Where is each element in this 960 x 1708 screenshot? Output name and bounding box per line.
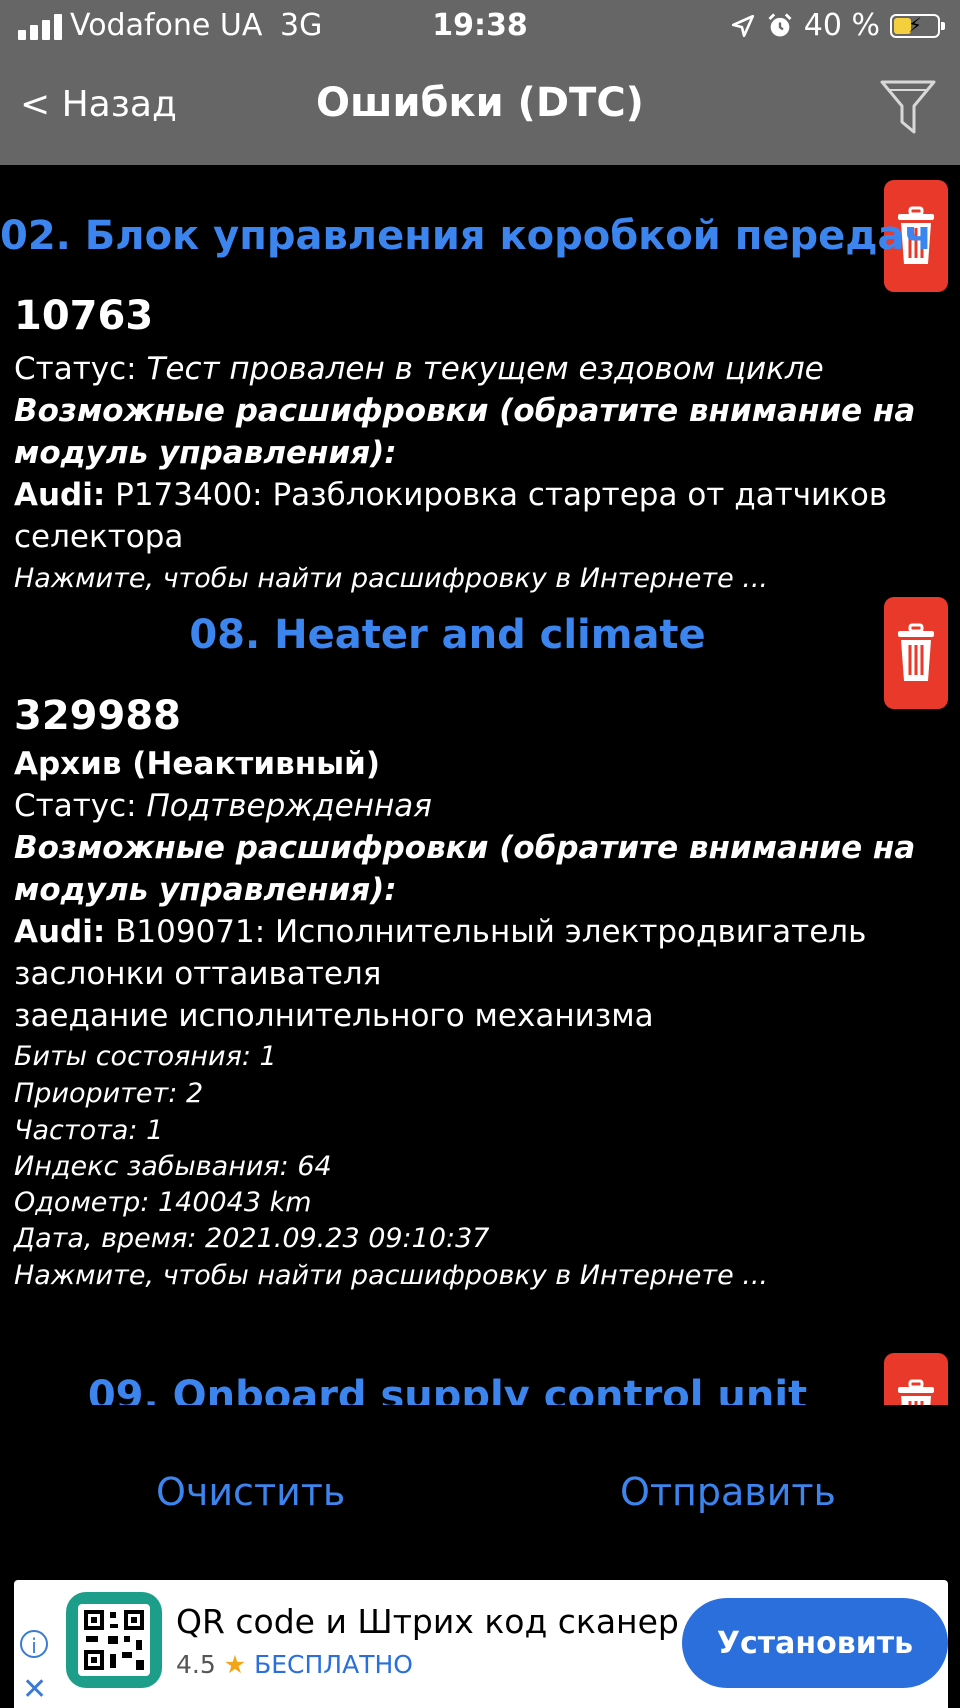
install-button[interactable]: Установить xyxy=(682,1598,948,1688)
decode-line: заслонки оттаивателя xyxy=(14,956,382,992)
detail-line: Одометр: 140043 km xyxy=(14,1187,312,1218)
decode-line: Audi: B109071: Исполнительный электродви… xyxy=(14,914,867,950)
alarm-icon xyxy=(768,12,792,36)
dtc-code: 10763 xyxy=(14,293,154,339)
status-right: 40 % ⚡ xyxy=(730,8,945,43)
battery-percent: 40 % xyxy=(803,8,880,43)
top-bar: Vodafone UA 3G 19:38 40 % ⚡ < Назад Ошиб… xyxy=(0,0,960,165)
ad-subtitle: 4.5 ★ БЕСПЛАТНО xyxy=(176,1650,413,1679)
module-title: 08. Heater and climate xyxy=(189,612,706,658)
detail-line: Биты состояния: 1 xyxy=(14,1041,277,1072)
detail-line: Частота: 1 xyxy=(14,1115,164,1146)
dtc-status: Статус: Тест провален в текущем ездовом … xyxy=(14,351,824,387)
search-online-link[interactable]: Нажмите, чтобы найти расшифровку в Интер… xyxy=(14,561,768,597)
ad-banner[interactable]: i ✕ QR code и Штрих код сканер 4.5 ★ БЕС… xyxy=(14,1580,948,1708)
qr-code-icon xyxy=(78,1604,150,1676)
module-title: 02. Блок управления коробкой передач xyxy=(0,213,933,259)
clear-button[interactable]: Очистить xyxy=(156,1470,345,1514)
decode-line: Audi: P173400: Разблокировка стартера от… xyxy=(14,477,888,513)
page-title: Ошибки (DTC) xyxy=(316,80,644,126)
ad-info-icon[interactable]: i xyxy=(20,1630,48,1658)
qr-app-icon xyxy=(66,1592,162,1688)
hint-line: Возможные расшифровки (обратите внимание… xyxy=(14,830,916,866)
detail-line: Дата, время: 2021.09.23 09:10:37 xyxy=(14,1223,490,1254)
ad-close-icon[interactable]: ✕ xyxy=(22,1672,47,1707)
dtc-archive: Архив (Неактивный) xyxy=(14,746,381,782)
trash-icon xyxy=(898,623,934,681)
decode-line: селектора xyxy=(14,519,184,555)
dtc-code: 329988 xyxy=(14,693,181,739)
star-icon: ★ xyxy=(223,1650,247,1679)
module-title: 09. Onboard supply control unit xyxy=(87,1373,808,1405)
decode-line: заедание исполнительного механизма xyxy=(14,998,654,1034)
dtc-list[interactable]: 02. Блок управления коробкой передач 107… xyxy=(0,165,960,1405)
trash-icon xyxy=(898,1379,934,1405)
battery-icon: ⚡ xyxy=(890,13,945,38)
search-online-link[interactable]: Нажмите, чтобы найти расшифровку в Интер… xyxy=(14,1258,768,1294)
ad-title: QR code и Штрих код сканер xyxy=(176,1602,679,1641)
detail-line: Индекс забывания: 64 xyxy=(14,1151,332,1182)
location-icon xyxy=(731,14,754,37)
detail-line: Приоритет: 2 xyxy=(14,1078,204,1109)
filter-icon[interactable] xyxy=(878,76,938,138)
hint-line: Возможные расшифровки (обратите внимание… xyxy=(14,393,916,429)
hint-line: модуль управления): xyxy=(14,872,397,908)
dtc-status: Статус: Подтвержденная xyxy=(14,788,432,824)
hint-line: модуль управления): xyxy=(14,435,397,471)
send-button[interactable]: Отправить xyxy=(620,1470,836,1514)
